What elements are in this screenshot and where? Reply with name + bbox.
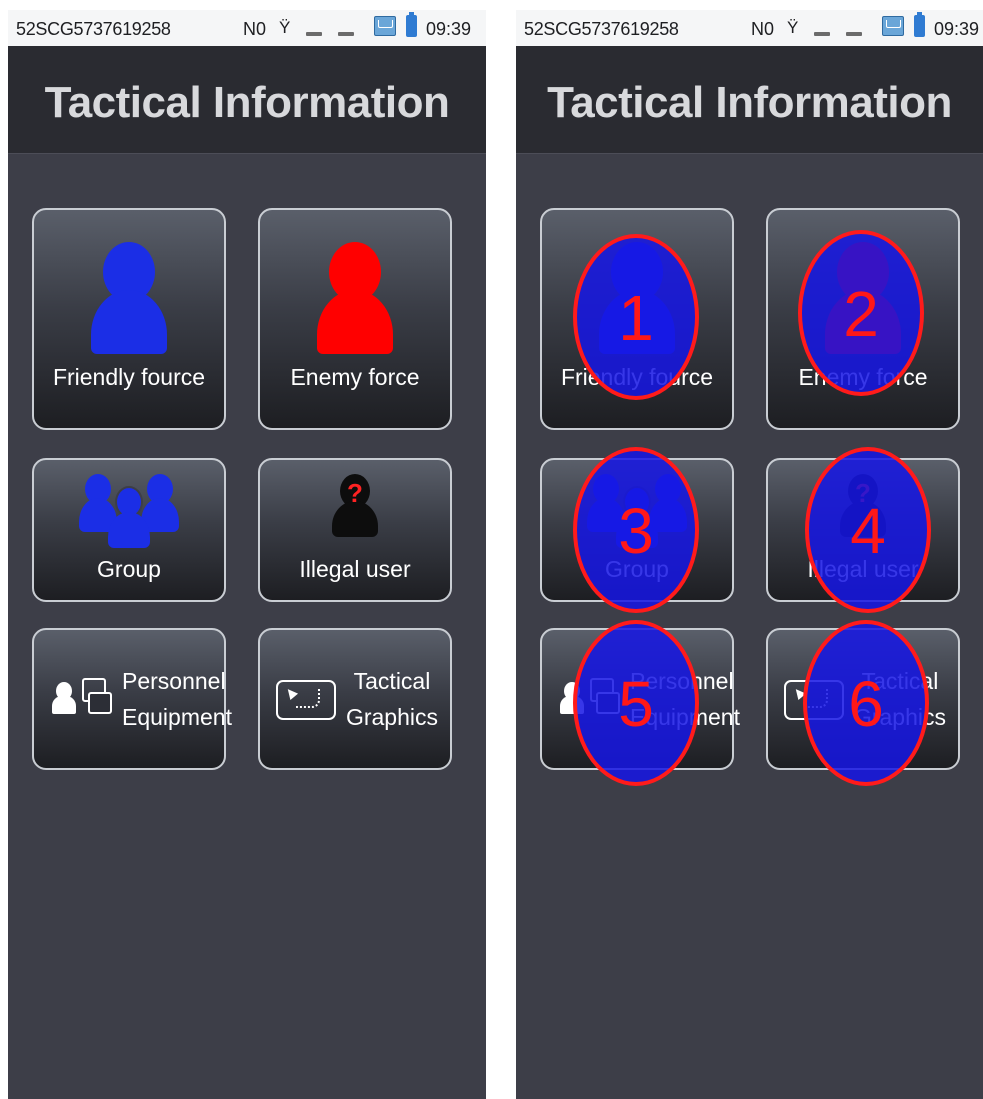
phone-screen-left: 52SCG5737619258 N0 Ÿ 09:39 Tactical Info… (8, 10, 486, 1099)
annotation-marker-3: 3 (573, 447, 699, 613)
personnel-equipment-icon (52, 678, 116, 724)
question-mark: ? (347, 478, 363, 508)
annotation-marker-1: 1 (573, 234, 699, 400)
tile-label-line-2: Equipment (122, 704, 232, 730)
friendly-force-button[interactable]: Friendly fource (32, 208, 226, 430)
message-icon (374, 16, 396, 36)
antenna-icon: Ÿ (787, 18, 799, 37)
tactical-graphics-button[interactable]: Tactical Graphics (258, 628, 452, 770)
device-id: 52SCG5737619258 (524, 19, 679, 39)
clock: 09:39 (934, 19, 980, 39)
personnel-equipment-button[interactable]: Personnel Equipment (32, 628, 232, 770)
tile-label: Enemy force (290, 364, 420, 390)
sim-card-icon (306, 32, 322, 36)
battery-icon (406, 12, 417, 37)
annotation-marker-4: 4 (805, 447, 931, 613)
title-bar: Tactical Information (8, 46, 486, 154)
page-title: Tactical Information (44, 78, 450, 127)
tile-label-line-1: Personnel (122, 668, 226, 694)
tactical-graphics-icon (276, 680, 336, 720)
title-bar: Tactical Information (516, 46, 983, 154)
page-title: Tactical Information (547, 78, 952, 127)
status-bar: 52SCG5737619258 N0 Ÿ 09:39 (8, 10, 486, 46)
annotation-marker-2: 2 (798, 230, 924, 396)
status-bar: 52SCG5737619258 N0 Ÿ 09:39 (516, 10, 983, 46)
network-indicator: N0 (243, 19, 267, 39)
tile-label: Illegal user (299, 556, 411, 582)
clock: 09:39 (426, 19, 472, 39)
tile-label: Group (97, 556, 161, 582)
tile-label: Friendly fource (52, 364, 206, 390)
sim-card-icon (338, 32, 354, 36)
tile-label-line-1: Tactical (353, 668, 431, 694)
device-id: 52SCG5737619258 (16, 19, 171, 39)
message-icon (882, 16, 904, 36)
tile-label-line-2: Graphics (345, 704, 439, 730)
annotation-marker-6: 6 (803, 620, 929, 786)
sim-card-icon (846, 32, 862, 36)
annotation-marker-5: 5 (573, 620, 699, 786)
enemy-force-button[interactable]: Enemy force (258, 208, 452, 430)
phone-screen-right: 52SCG5737619258 N0 Ÿ 09:39 Tactical Info… (516, 10, 983, 1099)
sim-card-icon (814, 32, 830, 36)
battery-icon (914, 12, 925, 37)
network-indicator: N0 (751, 19, 775, 39)
antenna-icon: Ÿ (279, 18, 291, 37)
illegal-user-button[interactable]: ? Illegal user (258, 458, 452, 602)
group-button[interactable]: Group (32, 458, 226, 602)
